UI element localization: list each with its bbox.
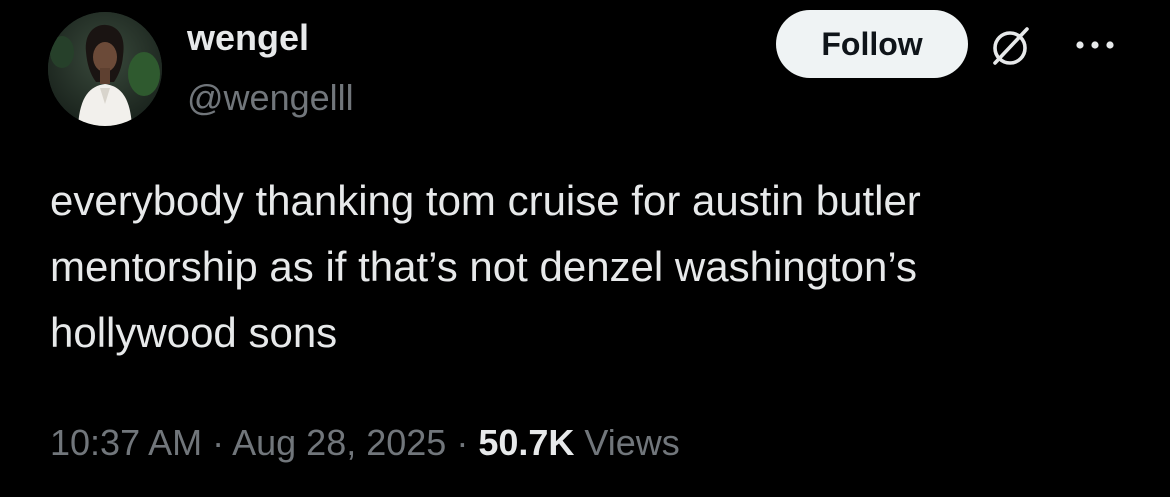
- tweet: wengel @wengelll Follow everybody thanki…: [0, 0, 1170, 497]
- tweet-date[interactable]: Aug 28, 2025: [232, 422, 446, 463]
- tweet-text-line: hollywood sons: [50, 309, 338, 356]
- meta-separator: ·: [202, 422, 233, 463]
- tweet-time[interactable]: 10:37 AM: [50, 422, 202, 463]
- tweet-text-line: everybody thanking tom cruise for austin…: [50, 177, 921, 224]
- grok-icon[interactable]: [988, 22, 1036, 70]
- more-icon[interactable]: [1072, 30, 1118, 60]
- tweet-text-line: mentorship as if that’s not denzel washi…: [50, 243, 917, 290]
- tweet-text: everybody thanking tom cruise for austin…: [50, 168, 1140, 366]
- views-count: 50.7K: [478, 422, 575, 463]
- avatar-image: [48, 12, 162, 126]
- author-handle[interactable]: @wengelll: [187, 76, 354, 120]
- meta-separator: ·: [446, 422, 479, 463]
- author-display-name[interactable]: wengel: [187, 16, 309, 60]
- follow-button[interactable]: Follow: [776, 10, 968, 78]
- views-label: Views: [574, 422, 680, 463]
- tweet-meta: 10:37 AM · Aug 28, 2025 · 50.7K Views: [50, 418, 680, 468]
- avatar[interactable]: [48, 12, 162, 126]
